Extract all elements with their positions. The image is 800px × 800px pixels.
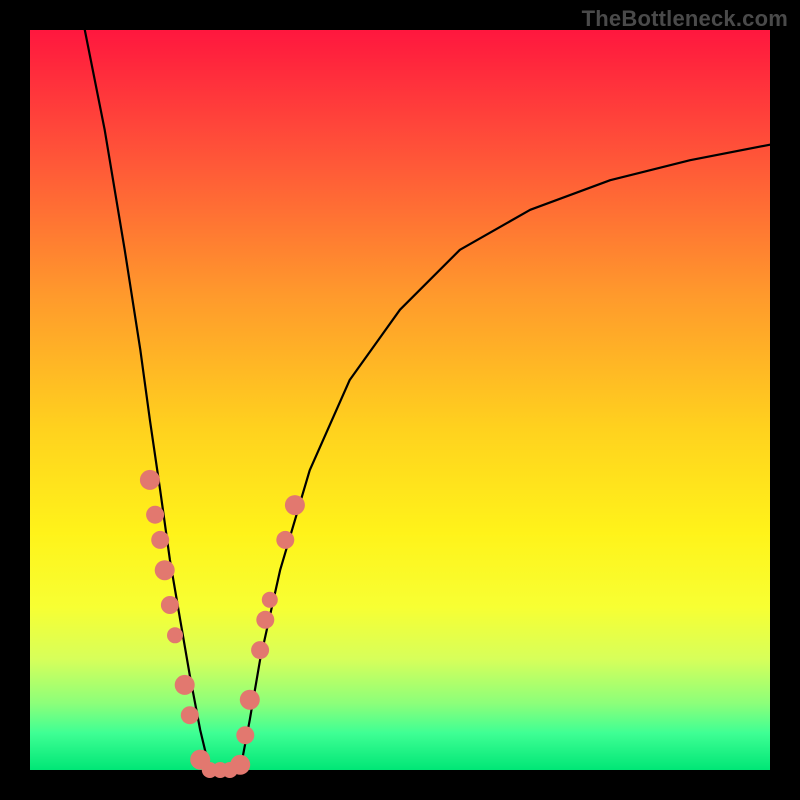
curve-left-branch [85, 30, 210, 770]
marker-point [140, 470, 160, 490]
marker-point [251, 641, 269, 659]
marker-point [161, 596, 179, 614]
marker-point [155, 560, 175, 580]
curve-layer [30, 30, 770, 770]
plot-area [30, 30, 770, 770]
marker-point [285, 495, 305, 515]
watermark-text: TheBottleneck.com [582, 6, 788, 32]
marker-point [262, 592, 278, 608]
marker-point [230, 755, 250, 775]
marker-point [276, 531, 294, 549]
marker-point [146, 506, 164, 524]
marker-point [151, 531, 169, 549]
marker-point [240, 690, 260, 710]
marker-point [175, 675, 195, 695]
marker-point [256, 611, 274, 629]
chart-frame: TheBottleneck.com [0, 0, 800, 800]
marker-point [167, 627, 183, 643]
curve-right-branch [240, 145, 770, 770]
marker-point [181, 706, 199, 724]
marker-point [236, 726, 254, 744]
